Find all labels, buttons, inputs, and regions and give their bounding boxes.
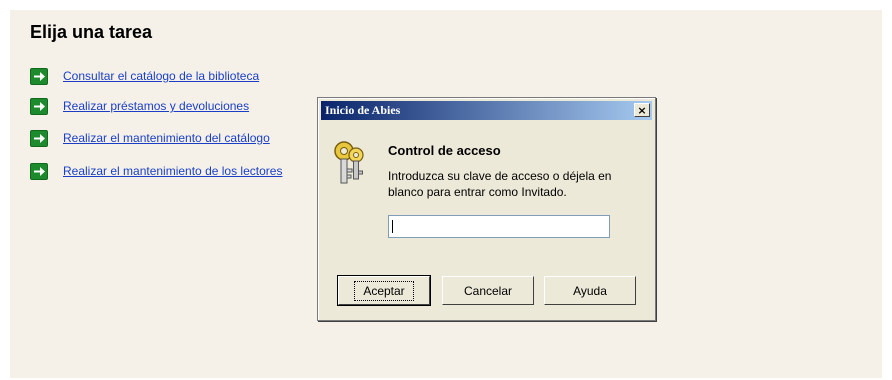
task-item-catalog-query[interactable]: Consultar el catálogo de la biblioteca [30, 66, 259, 86]
password-input[interactable] [388, 215, 610, 238]
dialog-title: Inicio de Abies [325, 103, 401, 117]
help-button-label: Ayuda [573, 283, 607, 298]
task-link-readers-maintenance[interactable]: Realizar el mantenimiento de los lectore… [63, 164, 282, 178]
panel-title: Elija una tarea [30, 22, 153, 42]
task-link-loans[interactable]: Realizar préstamos y devoluciones [63, 99, 249, 113]
text-caret [392, 220, 393, 233]
task-link-catalog-maintenance[interactable]: Realizar el mantenimiento del catálogo [63, 131, 270, 145]
arrow-right-icon [30, 162, 48, 180]
dialog-heading: Control de acceso [388, 143, 501, 158]
arrow-right-icon [30, 129, 48, 147]
close-button[interactable]: × [634, 103, 650, 117]
task-link-catalog-query[interactable]: Consultar el catálogo de la biblioteca [63, 69, 259, 83]
ok-button[interactable]: Aceptar [337, 275, 431, 306]
arrow-right-icon [30, 67, 48, 85]
dialog-message: Introduzca su clave de acceso o déjela e… [388, 169, 612, 199]
dialog-titlebar[interactable]: Inicio de Abies × [321, 101, 652, 120]
keys-icon [330, 139, 368, 187]
ok-button-label: Aceptar [354, 280, 414, 301]
close-icon: × [637, 103, 647, 117]
login-dialog: Inicio de Abies × Control de acceso Intr… [317, 97, 656, 321]
arrow-right-icon [30, 97, 48, 115]
cancel-button-label: Cancelar [463, 283, 513, 298]
help-button[interactable]: Ayuda [544, 276, 636, 305]
task-item-catalog-maintenance[interactable]: Realizar el mantenimiento del catálogo [30, 128, 270, 148]
task-item-loans[interactable]: Realizar préstamos y devoluciones [30, 96, 249, 116]
task-item-readers-maintenance[interactable]: Realizar el mantenimiento de los lectore… [30, 161, 282, 181]
cancel-button[interactable]: Cancelar [442, 276, 534, 305]
